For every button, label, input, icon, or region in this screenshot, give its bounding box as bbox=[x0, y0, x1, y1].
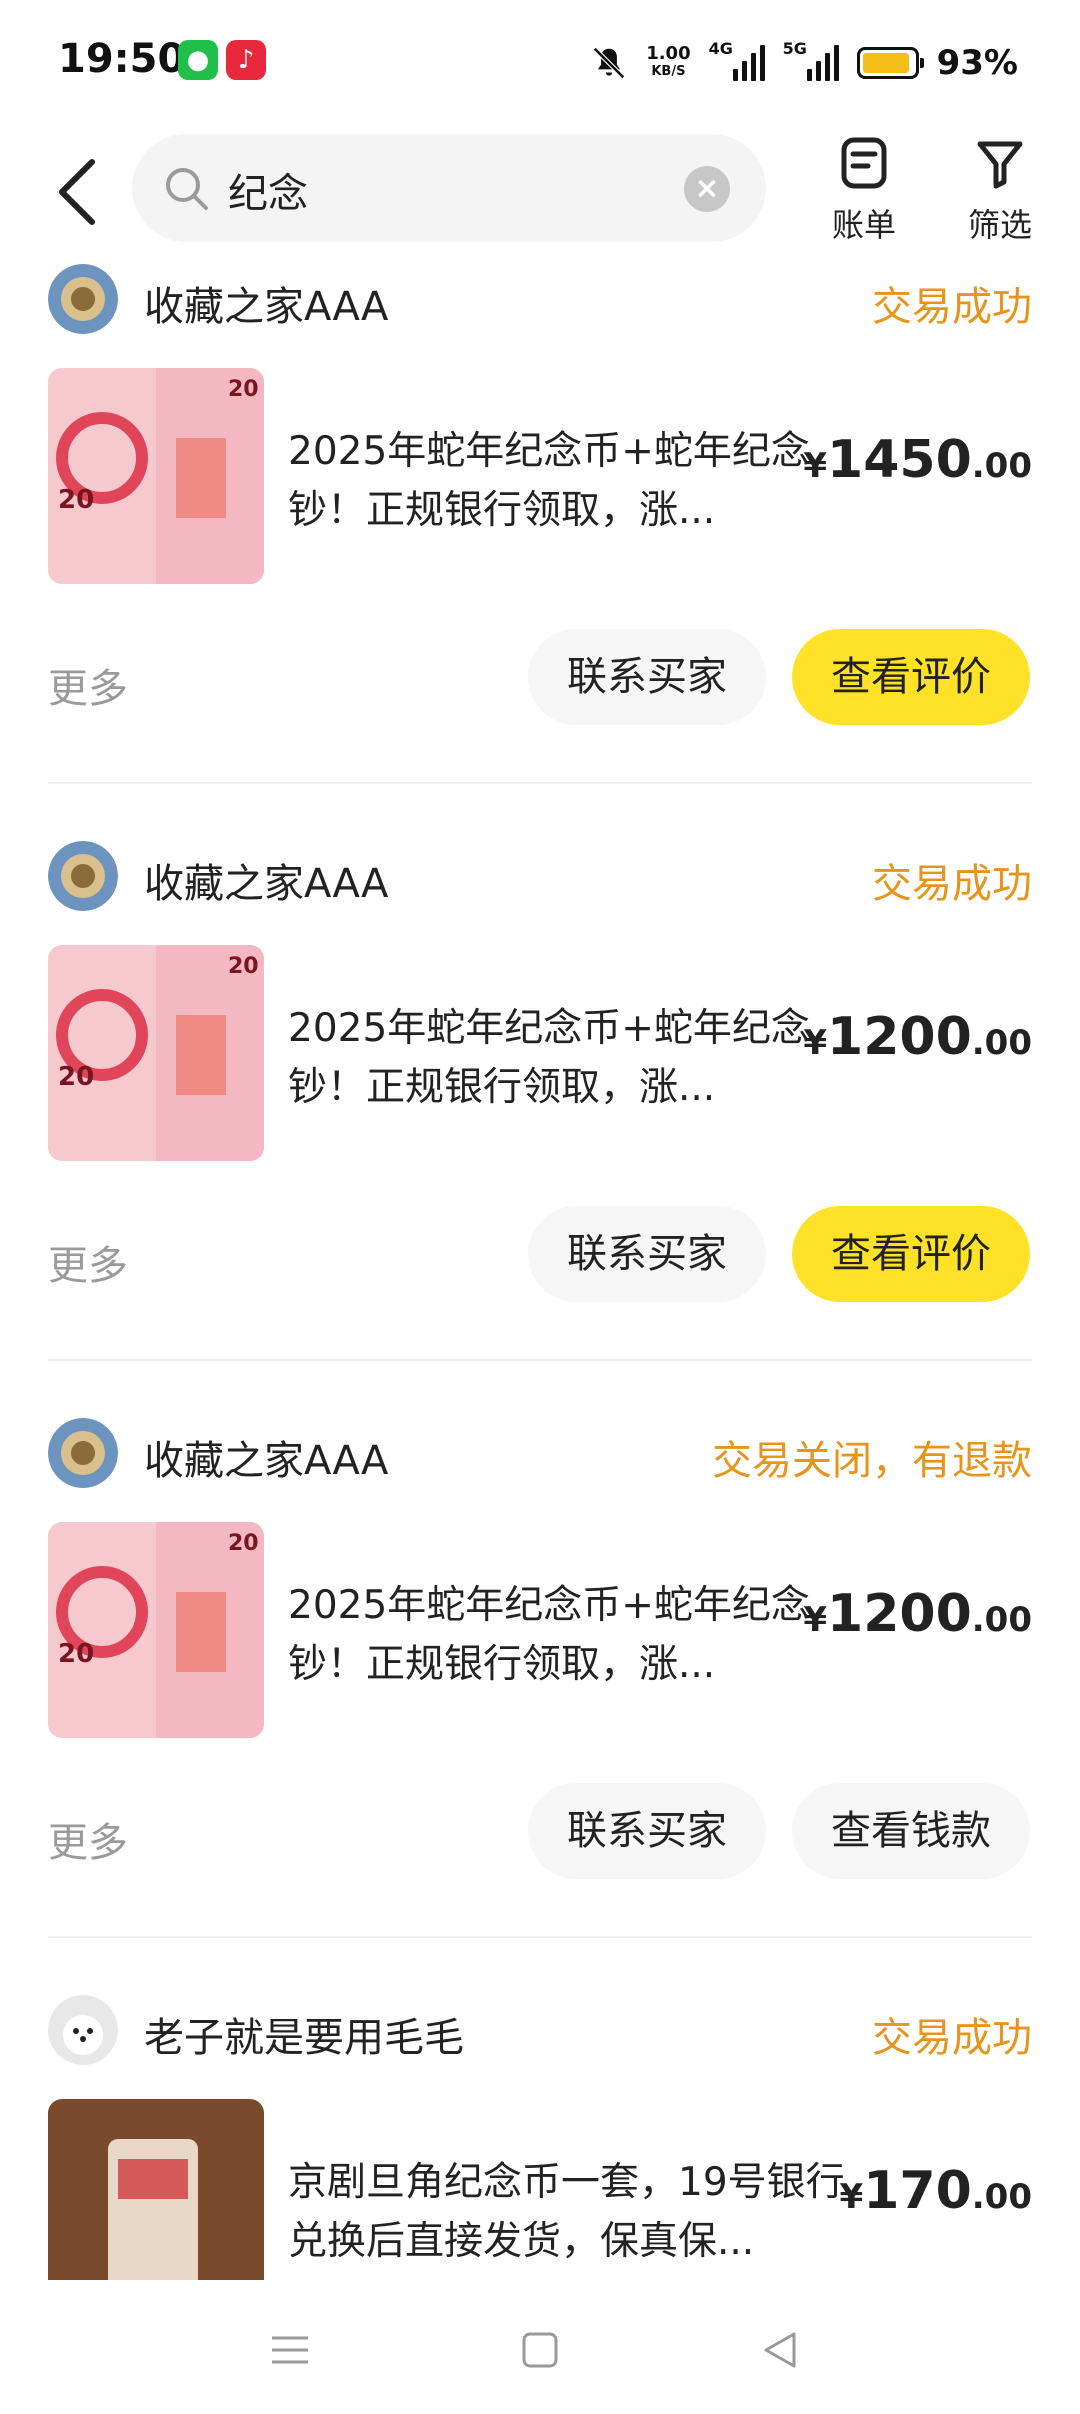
signal-4g-icon: 4G bbox=[709, 39, 765, 81]
battery-percent: 93% bbox=[936, 43, 1018, 83]
product-image[interactable]: 20 20 bbox=[48, 945, 264, 1161]
bill-button[interactable]: 账单 bbox=[824, 136, 904, 246]
price-symbol: ¥ bbox=[803, 1023, 828, 1063]
more-button[interactable]: 更多 bbox=[48, 656, 128, 714]
product-image[interactable]: 20 20 bbox=[48, 368, 264, 584]
order-status: 交易成功 bbox=[872, 861, 1032, 907]
product-image[interactable] bbox=[48, 2099, 264, 2280]
avatar[interactable] bbox=[48, 264, 118, 334]
bell-off-icon bbox=[593, 47, 626, 79]
divider bbox=[48, 1359, 1032, 1361]
price-decimal: .00 bbox=[971, 1600, 1032, 1640]
music-icon: ♪ bbox=[226, 40, 266, 80]
view-funds-button[interactable]: 查看钱款 bbox=[792, 1783, 1030, 1879]
net-speed-unit: KB/S bbox=[651, 64, 686, 79]
order-status: 交易成功 bbox=[872, 2015, 1032, 2061]
bill-icon bbox=[841, 137, 887, 189]
net-type-5g: 5G bbox=[782, 39, 807, 58]
back-button[interactable] bbox=[48, 152, 108, 232]
order-card[interactable]: 收藏之家AAA 交易成功 20 20 2025年蛇年纪念币+蛇年纪念钞！正规银行领… bbox=[48, 839, 1032, 1414]
filter-icon bbox=[977, 141, 1023, 189]
shop-name: 收藏之家AAA bbox=[144, 1438, 389, 1484]
price-integer: 1200 bbox=[827, 1584, 972, 1644]
net-speed-value: 1.00 bbox=[646, 43, 691, 64]
shop-name: 收藏之家AAA bbox=[144, 861, 389, 907]
clear-icon[interactable]: × bbox=[684, 166, 730, 212]
chevron-left-icon bbox=[59, 159, 95, 225]
status-bar: 19:50 ● ♪ 1.00 KB/S 4G 5G 93% bbox=[0, 0, 1080, 126]
product-title[interactable]: 2025年蛇年纪念币+蛇年纪念钞！正规银行领取，涨... bbox=[288, 422, 848, 540]
bill-label: 账单 bbox=[831, 206, 896, 244]
shop-name: 老子就是要用毛毛 bbox=[144, 2015, 464, 2061]
svg-text:20: 20 bbox=[58, 485, 94, 515]
status-time: 19:50 bbox=[58, 36, 186, 82]
more-button[interactable]: 更多 bbox=[48, 1233, 128, 1291]
contact-buyer-button[interactable]: 联系买家 bbox=[528, 629, 766, 725]
svg-text:20: 20 bbox=[58, 1639, 94, 1669]
shop-row[interactable]: 收藏之家AAA 交易成功 bbox=[48, 839, 1032, 915]
avatar[interactable] bbox=[48, 841, 118, 911]
product-image[interactable]: 20 20 bbox=[48, 1522, 264, 1738]
net-type-4g: 4G bbox=[708, 39, 733, 58]
order-card[interactable]: 老子就是要用毛毛 交易成功 京剧旦角纪念币一套，19号银行兑换后直接发货，保真保… bbox=[48, 1993, 1032, 2280]
view-review-button[interactable]: 查看评价 bbox=[792, 629, 1030, 725]
order-price: ¥1200.00 bbox=[803, 1007, 1032, 1067]
status-indicators: 1.00 KB/S 4G 5G 93% bbox=[590, 38, 1018, 88]
contact-buyer-button[interactable]: 联系买家 bbox=[528, 1206, 766, 1302]
signal-5g-icon: 5G bbox=[783, 39, 839, 81]
product-title[interactable]: 京剧旦角纪念币一套，19号银行兑换后直接发货，保真保... bbox=[288, 2153, 848, 2271]
svg-text:20: 20 bbox=[58, 1062, 94, 1092]
shop-row[interactable]: 老子就是要用毛毛 交易成功 bbox=[48, 1993, 1032, 2069]
svg-text:20: 20 bbox=[228, 1531, 259, 1556]
search-input[interactable]: 纪念 × bbox=[132, 134, 766, 242]
order-status: 交易成功 bbox=[872, 284, 1032, 330]
product-title[interactable]: 2025年蛇年纪念币+蛇年纪念钞！正规银行领取，涨... bbox=[288, 1576, 848, 1694]
divider bbox=[48, 782, 1032, 784]
price-decimal: .00 bbox=[971, 2177, 1032, 2217]
more-button[interactable]: 更多 bbox=[48, 1810, 128, 1868]
filter-label: 筛选 bbox=[967, 206, 1032, 244]
avatar[interactable] bbox=[48, 1995, 118, 2065]
navigation-bar bbox=[0, 2280, 1080, 2414]
net-speed: 1.00 KB/S bbox=[646, 45, 690, 81]
avatar[interactable] bbox=[48, 1418, 118, 1488]
filter-button[interactable]: 筛选 bbox=[960, 136, 1040, 246]
search-icon bbox=[166, 168, 208, 210]
search-value: 纪念 bbox=[228, 171, 308, 217]
contact-buyer-button[interactable]: 联系买家 bbox=[528, 1783, 766, 1879]
svg-text:20: 20 bbox=[228, 377, 259, 402]
shop-name: 收藏之家AAA bbox=[144, 284, 389, 330]
wechat-icon: ● bbox=[178, 40, 218, 80]
back-triangle-icon[interactable] bbox=[750, 2320, 810, 2380]
price-integer: 170 bbox=[863, 2161, 972, 2221]
price-integer: 1450 bbox=[827, 430, 972, 490]
price-symbol: ¥ bbox=[839, 2177, 864, 2217]
price-symbol: ¥ bbox=[803, 446, 828, 486]
svg-text:20: 20 bbox=[228, 954, 259, 979]
order-card[interactable]: 收藏之家AAA 交易关闭，有退款 20 20 2025年蛇年纪念币+蛇年纪念钞！正… bbox=[48, 1416, 1032, 1991]
order-price: ¥1450.00 bbox=[803, 430, 1032, 490]
price-decimal: .00 bbox=[971, 1023, 1032, 1063]
order-status: 交易关闭，有退款 bbox=[712, 1438, 1032, 1484]
shop-row[interactable]: 收藏之家AAA 交易关闭，有退款 bbox=[48, 1416, 1032, 1492]
price-integer: 1200 bbox=[827, 1007, 972, 1067]
header: 纪念 × 账单 筛选 bbox=[0, 126, 1080, 260]
product-title[interactable]: 2025年蛇年纪念币+蛇年纪念钞！正规银行领取，涨... bbox=[288, 999, 848, 1117]
order-price: ¥1200.00 bbox=[803, 1584, 1032, 1644]
divider bbox=[48, 1936, 1032, 1938]
order-card[interactable]: 收藏之家AAA 交易成功 20 20 2025年蛇年纪念币+蛇年纪念钞！正规银行领… bbox=[48, 262, 1032, 837]
shop-row[interactable]: 收藏之家AAA 交易成功 bbox=[48, 262, 1032, 338]
price-decimal: .00 bbox=[971, 446, 1032, 486]
order-price: ¥170.00 bbox=[840, 2161, 1032, 2221]
menu-icon[interactable] bbox=[260, 2320, 320, 2380]
home-square-icon[interactable] bbox=[510, 2320, 570, 2380]
view-review-button[interactable]: 查看评价 bbox=[792, 1206, 1030, 1302]
price-symbol: ¥ bbox=[803, 1600, 828, 1640]
battery-icon bbox=[856, 47, 924, 79]
